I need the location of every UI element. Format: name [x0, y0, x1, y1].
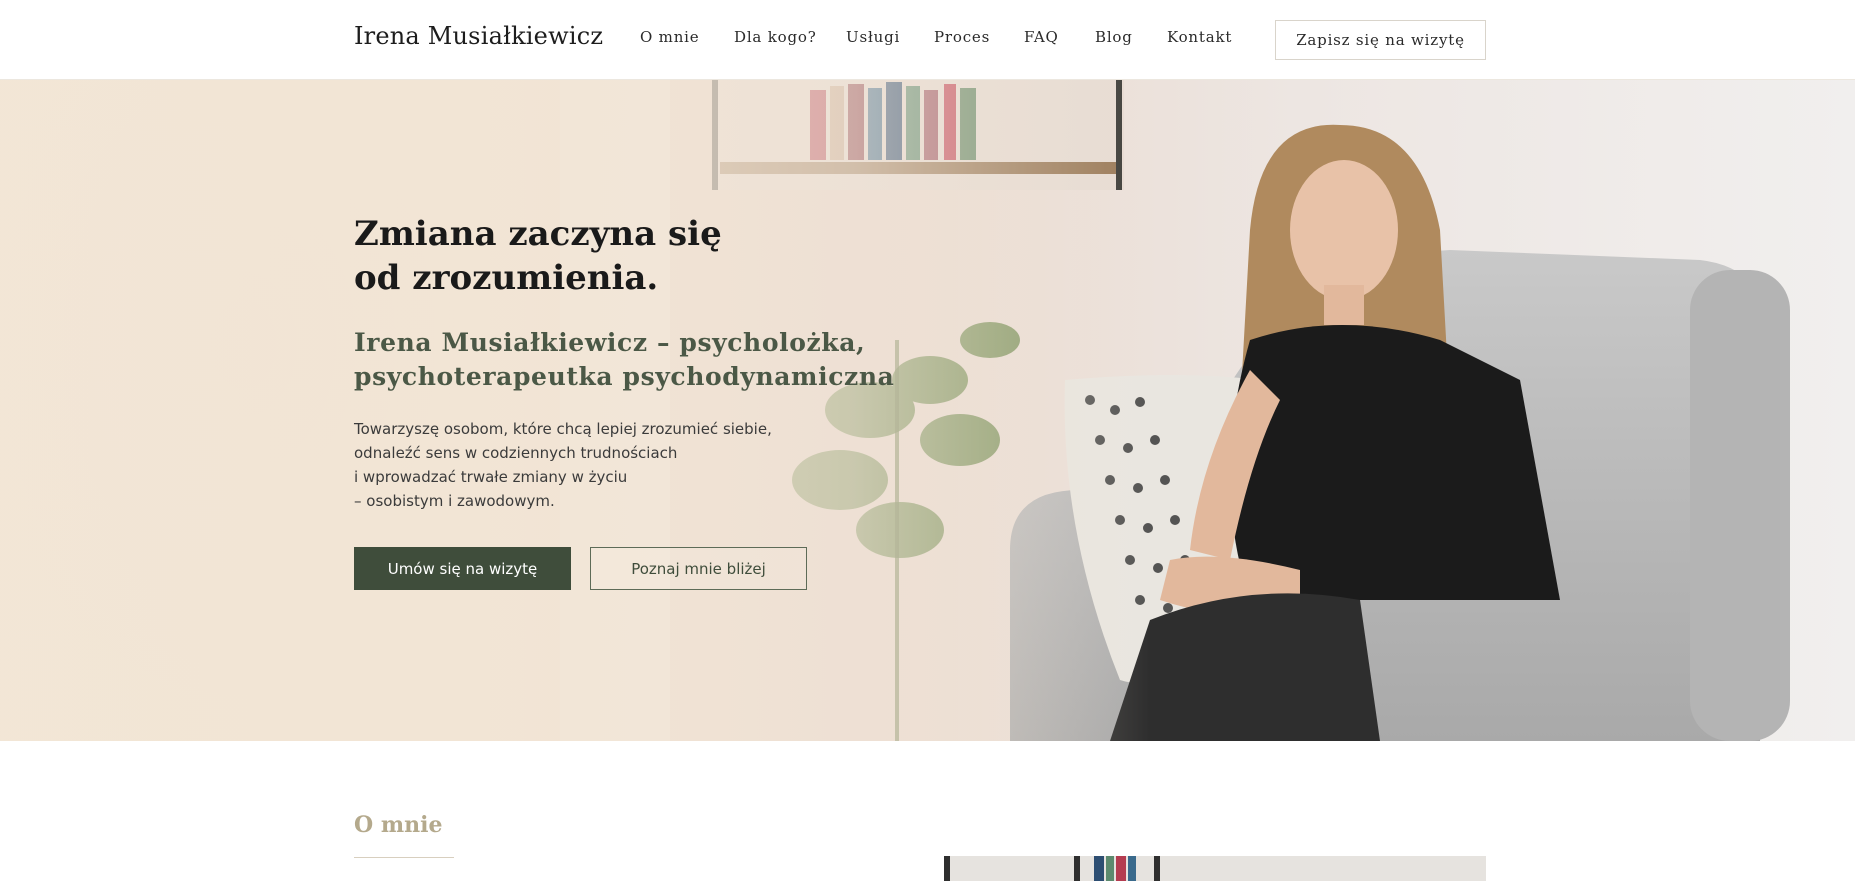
nav-link-o-mnie[interactable]: O mnie: [640, 28, 699, 46]
hero-description-line-2: odnaleźć sens w codziennych trudnościach: [354, 444, 678, 462]
hero-section: Zmiana zaczyna się od zrozumienia. Irena…: [0, 80, 1855, 741]
nav-link-faq[interactable]: FAQ: [1024, 28, 1059, 46]
hero-title: Zmiana zaczyna się od zrozumienia.: [354, 212, 774, 300]
learn-more-button[interactable]: Poznaj mnie bliżej: [590, 547, 807, 590]
hero-description-line-1: Towarzyszę osobom, które chcą lepiej zro…: [354, 420, 772, 438]
nav-link-proces[interactable]: Proces: [934, 28, 990, 46]
hero-title-line-1: Zmiana zaczyna się: [354, 214, 722, 254]
hero-gradient-overlay: [0, 80, 1855, 741]
hero-subtitle-line-1: Irena Musiałkiewicz – psycholożka,: [354, 328, 866, 357]
nav-link-blog[interactable]: Blog: [1095, 28, 1133, 46]
hero-description-line-3: i wprowadzać trwałe zmiany w życiu: [354, 468, 628, 486]
about-heading: O mnie: [354, 812, 443, 838]
hero-subtitle: Irena Musiałkiewicz – psycholożka, psych…: [354, 326, 914, 394]
about-photo: [944, 856, 1486, 881]
book-visit-header-button[interactable]: Zapisz się na wizytę: [1275, 20, 1486, 60]
site-header: Irena Musiałkiewicz O mnie Dla kogo? Usł…: [0, 0, 1855, 80]
nav-link-uslugi[interactable]: Usługi: [846, 28, 900, 46]
hero-subtitle-line-2: psychoterapeutka psychodynamiczna: [354, 362, 895, 391]
about-divider: [354, 857, 454, 858]
site-logo[interactable]: Irena Musiałkiewicz: [354, 22, 603, 50]
hero-description: Towarzyszę osobom, które chcą lepiej zro…: [354, 417, 774, 513]
hero-title-line-2: od zrozumienia.: [354, 258, 659, 298]
hero-description-line-4: – osobistym i zawodowym.: [354, 492, 555, 510]
about-photo-image: [944, 856, 1486, 881]
nav-link-kontakt[interactable]: Kontakt: [1167, 28, 1232, 46]
nav-link-dla-kogo[interactable]: Dla kogo?: [734, 28, 817, 46]
book-visit-button[interactable]: Umów się na wizytę: [354, 547, 571, 590]
